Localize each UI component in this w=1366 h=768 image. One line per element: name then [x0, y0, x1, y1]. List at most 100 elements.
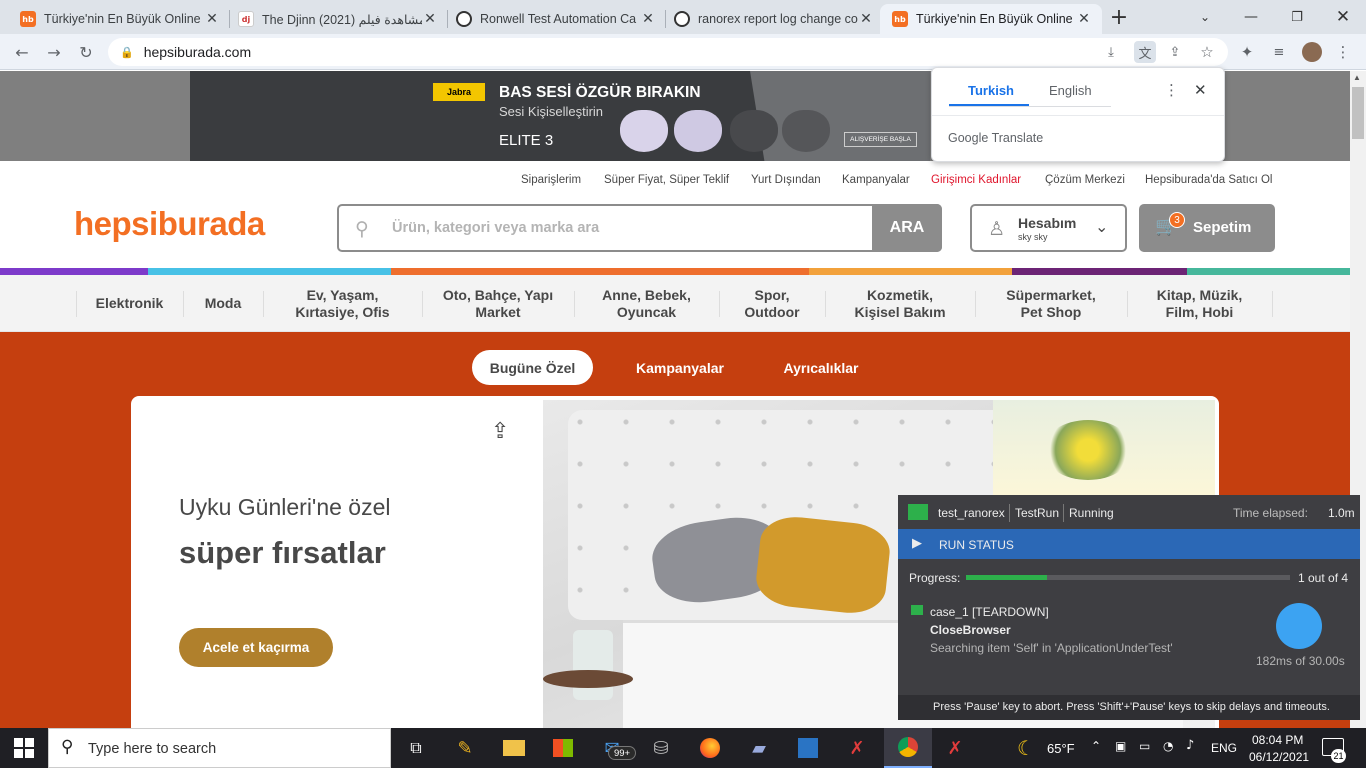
- tab-djinn[interactable]: dj The Djinn (2021) مشاهدة فيلم ✕: [226, 4, 448, 34]
- ad-banner-wedge: [750, 71, 930, 161]
- close-icon[interactable]: ✕: [1194, 81, 1207, 99]
- top-link-campaigns[interactable]: Kampanyalar: [842, 174, 910, 186]
- temperature[interactable]: 65°F: [1047, 741, 1075, 756]
- install-app-icon[interactable]: ⤓: [1102, 44, 1120, 60]
- volume-icon[interactable]: ♪: [1186, 738, 1194, 753]
- clock-time[interactable]: 08:04 PM: [1252, 733, 1303, 747]
- side-table-image: [543, 670, 633, 688]
- translate-icon[interactable]: 文: [1134, 41, 1156, 63]
- bookmark-star-icon[interactable]: ☆: [1198, 43, 1216, 61]
- taskbar-search-box[interactable]: ⚲ Type here to search: [48, 728, 391, 768]
- hero-tab-today[interactable]: Bugüne Özel: [472, 350, 593, 385]
- close-window-icon[interactable]: ✕: [1320, 0, 1366, 34]
- hero-tab-campaigns[interactable]: Kampanyalar: [618, 350, 742, 385]
- share-icon[interactable]: ⇪: [1166, 44, 1184, 60]
- profile-avatar[interactable]: [1302, 42, 1322, 62]
- network-icon[interactable]: ◔: [1163, 739, 1173, 753]
- category-auto-garden[interactable]: Oto, Bahçe, Yapı Market: [423, 275, 573, 332]
- tab-hepsiburada-1[interactable]: hb Türkiye'nin En Büyük Online ✕: [8, 4, 230, 34]
- top-link-orders[interactable]: Siparişlerim: [521, 174, 581, 186]
- microsoft-store-icon[interactable]: [547, 733, 579, 763]
- progress-text: 1 out of 4: [1298, 571, 1349, 585]
- category-electronics[interactable]: Elektronik: [77, 275, 182, 332]
- search-icon: ⚲: [61, 737, 74, 757]
- firefox-icon[interactable]: [694, 733, 726, 763]
- scrollbar-thumb[interactable]: [1352, 87, 1364, 139]
- tray-chevron-up-icon[interactable]: ⌃: [1091, 739, 1101, 753]
- forward-arrow-icon[interactable]: →: [42, 40, 66, 64]
- battery-icon[interactable]: ▭: [1139, 739, 1150, 753]
- ranorex-runner-icon[interactable]: ✗: [939, 733, 971, 763]
- search-bar[interactable]: ⚲ Ürün, kategori veya marka ara ARA: [337, 204, 942, 252]
- close-tab-icon[interactable]: ✕: [858, 11, 874, 27]
- share-icon[interactable]: ⇪: [491, 419, 509, 444]
- input-language[interactable]: ENG: [1211, 741, 1237, 755]
- back-arrow-icon[interactable]: ←: [10, 40, 34, 64]
- tab-search-chevron-icon[interactable]: ⌄: [1182, 0, 1228, 34]
- top-link-women-entrepreneurs[interactable]: Girişimci Kadınlar: [931, 174, 1021, 186]
- popup-divider: [932, 115, 1224, 116]
- file-explorer-icon[interactable]: [498, 733, 530, 763]
- close-tab-icon[interactable]: ✕: [640, 11, 656, 27]
- address-bar[interactable]: 🔒 hepsiburada.com: [108, 38, 1228, 66]
- category-books[interactable]: Kitap, Müzik, Film, Hobi: [1128, 275, 1271, 332]
- close-tab-icon[interactable]: ✕: [422, 11, 438, 27]
- category-fashion[interactable]: Moda: [184, 275, 262, 332]
- banner-cta[interactable]: ALIŞVERİŞE BAŞLA: [844, 132, 917, 147]
- ranorex-studio-icon[interactable]: ✗: [841, 733, 873, 763]
- new-tab-plus-icon[interactable]: +: [1104, 0, 1134, 34]
- cart-label: Sepetim: [1193, 219, 1252, 236]
- google-translate-brand: Google Translate: [948, 131, 1043, 145]
- run-status-bar[interactable]: ▶ RUN STATUS: [898, 529, 1360, 559]
- close-tab-icon[interactable]: ✕: [204, 11, 220, 27]
- meet-now-icon[interactable]: ▣: [1115, 739, 1126, 753]
- lock-icon: 🔒: [120, 46, 134, 59]
- media-queue-icon[interactable]: ≡: [1270, 44, 1288, 60]
- database-icon[interactable]: ⛁: [645, 733, 677, 763]
- tab-hepsiburada-active[interactable]: hb Türkiye'nin En Büyük Online ✕: [880, 4, 1102, 34]
- account-button[interactable]: ♙ Hesabım sky sky ⌄: [970, 204, 1127, 252]
- windows-start-icon[interactable]: [14, 738, 34, 758]
- extensions-puzzle-icon[interactable]: ✦: [1238, 43, 1256, 61]
- paint-app-icon[interactable]: ✎: [449, 733, 481, 763]
- search-button[interactable]: ARA: [872, 204, 942, 252]
- cart-count-badge: 3: [1169, 212, 1185, 228]
- tab-title: Türkiye'nin En Büyük Online: [916, 12, 1073, 26]
- tab-ranorex-log[interactable]: ranorex report log change co ✕: [662, 4, 884, 34]
- close-tab-icon[interactable]: ✕: [1076, 11, 1092, 27]
- category-sports[interactable]: Spor, Outdoor: [720, 275, 824, 332]
- translate-tab-english[interactable]: English: [1049, 83, 1092, 98]
- reload-icon[interactable]: ↻: [74, 40, 98, 64]
- promo-line-1: Uyku Günleri'ne özel: [179, 494, 391, 520]
- user-icon: ♙: [988, 218, 1006, 240]
- cart-button[interactable]: 🛒 3 Sepetim: [1139, 204, 1275, 252]
- scroll-up-arrow-icon[interactable]: ▲: [1353, 73, 1361, 82]
- task-view-icon[interactable]: ⧉: [400, 733, 432, 763]
- chrome-taskbar-active[interactable]: [884, 728, 932, 768]
- vscode-icon[interactable]: [792, 733, 824, 763]
- category-home[interactable]: Ev, Yaşam, Kırtasiye, Ofis: [264, 275, 421, 332]
- category-mother-baby[interactable]: Anne, Bebek, Oyuncak: [575, 275, 718, 332]
- tab-ronwell[interactable]: Ronwell Test Automation Ca ✕: [444, 4, 666, 34]
- promo-cta-button[interactable]: Acele et kaçırma: [179, 628, 333, 667]
- hepsiburada-favicon-icon: hb: [20, 11, 36, 27]
- top-link-abroad[interactable]: Yurt Dışından: [751, 174, 821, 186]
- category-supermarket[interactable]: Süpermarket, Pet Shop: [976, 275, 1126, 332]
- timer-text: 182ms of 30.00s: [1256, 654, 1345, 668]
- top-link-become-seller[interactable]: Hepsiburada'da Satıcı Ol: [1145, 174, 1273, 186]
- google-wordmark: Google: [948, 131, 989, 145]
- search-input[interactable]: Ürün, kategori veya marka ara: [392, 220, 599, 236]
- options-kebab-icon[interactable]: ⋮: [1164, 81, 1179, 99]
- top-link-help-center[interactable]: Çözüm Merkezi: [1045, 174, 1125, 186]
- minimize-icon[interactable]: —: [1228, 0, 1274, 34]
- hero-tab-privileges[interactable]: Ayrıcalıklar: [765, 350, 877, 385]
- menu-kebab-icon[interactable]: ⋮: [1334, 43, 1352, 61]
- clock-date[interactable]: 06/12/2021: [1249, 750, 1309, 764]
- hepsiburada-logo[interactable]: hepsiburada: [74, 205, 265, 243]
- restore-icon[interactable]: ❐: [1274, 0, 1320, 34]
- category-cosmetics[interactable]: Kozmetik, Kişisel Bakım: [826, 275, 974, 332]
- top-link-super-price[interactable]: Süper Fiyat, Süper Teklif: [604, 174, 729, 186]
- notepad-icon[interactable]: ▰: [743, 733, 775, 763]
- panel-footer: Press 'Pause' key to abort. Press 'Shift…: [898, 695, 1360, 720]
- translate-tab-turkish[interactable]: Turkish: [968, 83, 1014, 98]
